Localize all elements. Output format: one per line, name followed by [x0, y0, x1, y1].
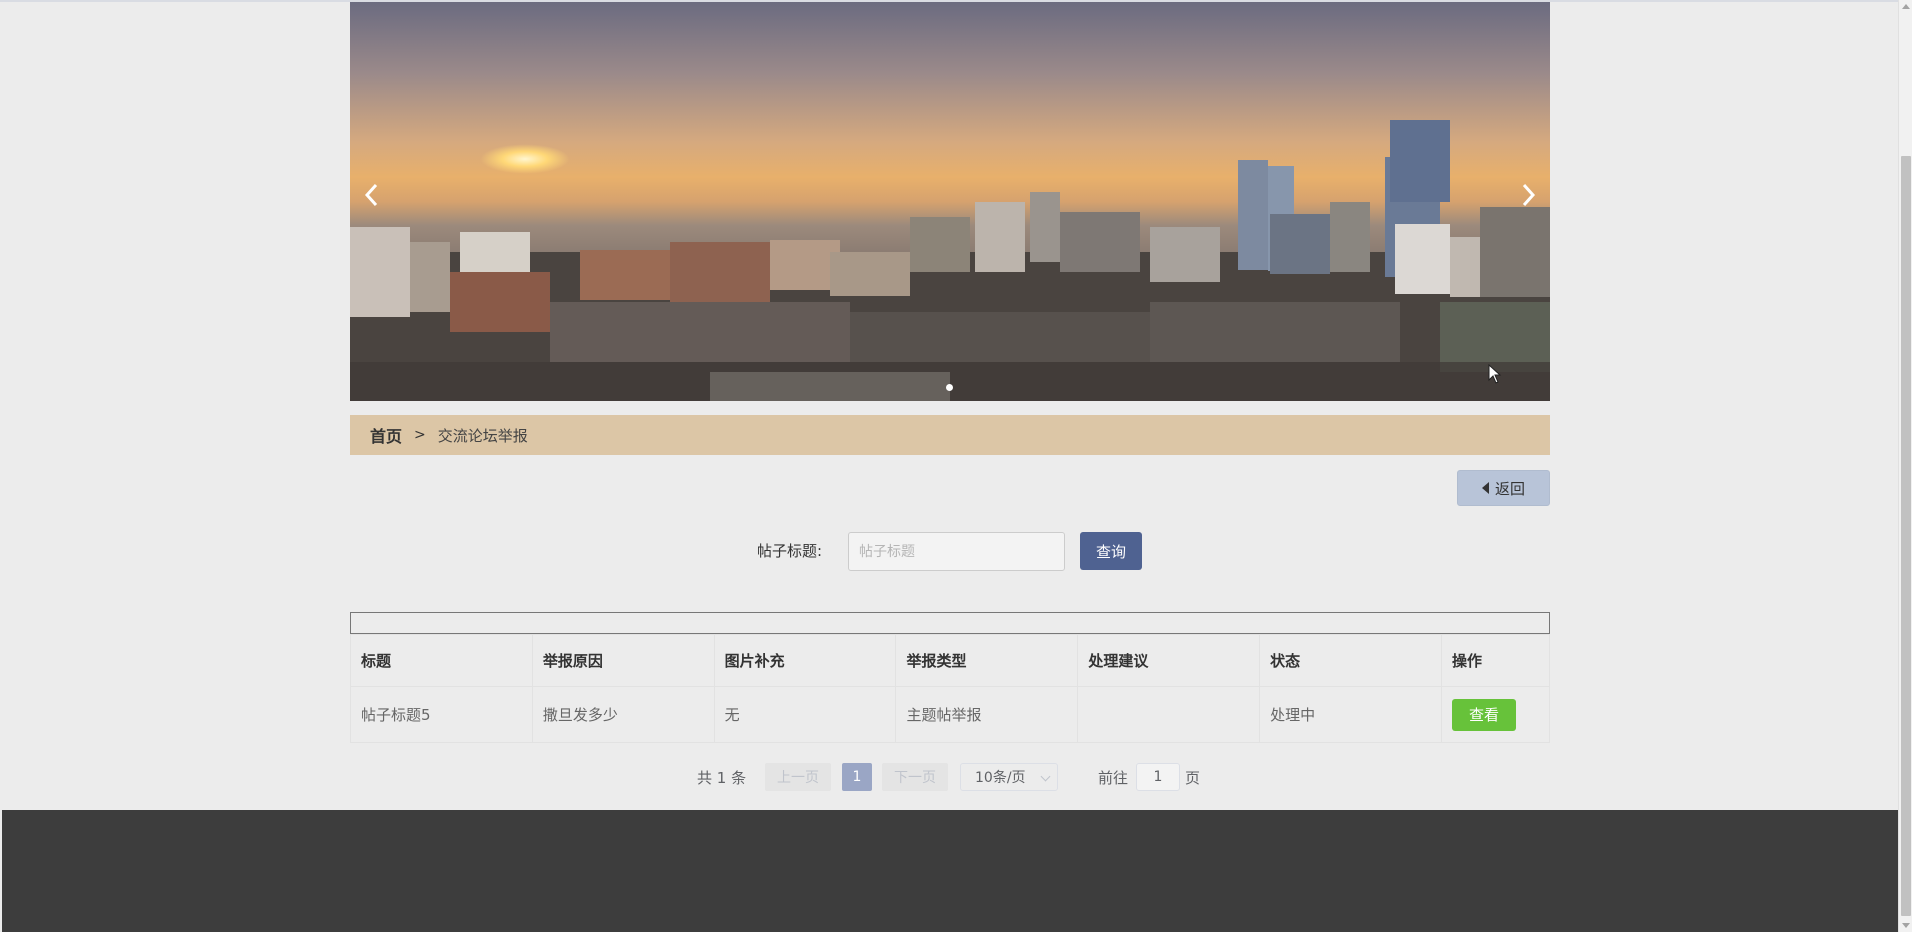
cell-image-supplement: 无 — [713, 686, 897, 743]
column-header-image: 图片补充 — [713, 634, 897, 687]
page-size-value: 10条/页 — [975, 770, 1026, 786]
column-header-action: 操作 — [1440, 634, 1551, 687]
breadcrumb: 首页 > 交流论坛举报 — [350, 415, 1550, 455]
scroll-up-arrow-icon[interactable] — [1902, 4, 1910, 9]
banner-cityscape-image — [350, 120, 1550, 401]
pagination-goto-input[interactable]: 1 — [1136, 763, 1180, 791]
pagination-goto-label: 前往 — [1098, 768, 1129, 787]
pagination-page-suffix: 页 — [1185, 768, 1201, 787]
caret-left-icon — [1481, 482, 1489, 494]
view-button[interactable]: 查看 — [1451, 698, 1516, 731]
search-title-label: 帖子标题: — [757, 542, 823, 560]
report-table: 标题 举报原因 图片补充 举报类型 处理建议 状态 操作 帖子标题5 撒旦发多少… — [350, 634, 1551, 743]
cell-reason: 撒旦发多少 — [531, 686, 715, 743]
column-header-title: 标题 — [350, 634, 533, 687]
page-size-select[interactable]: 10条/页 — [960, 763, 1058, 791]
pagination: 共 1 条 上一页 1 下一页 10条/页 前往 1 页 — [0, 763, 1912, 791]
column-header-type: 举报类型 — [895, 634, 1079, 687]
scroll-down-arrow-icon[interactable] — [1902, 923, 1910, 928]
scrollbar-thumb[interactable] — [1901, 156, 1911, 916]
cell-report-type: 主题帖举报 — [895, 686, 1079, 743]
vertical-scrollbar[interactable] — [1898, 0, 1912, 932]
chevron-right-icon[interactable] — [1516, 180, 1540, 210]
table-toolbar-box — [350, 612, 1550, 634]
table-header-row: 标题 举报原因 图片补充 举报类型 处理建议 状态 操作 — [350, 634, 1551, 687]
page-footer — [2, 810, 1898, 932]
search-title-input[interactable] — [848, 532, 1065, 571]
pagination-prev-button[interactable]: 上一页 — [765, 763, 831, 791]
banner-carousel[interactable] — [350, 2, 1550, 401]
pagination-total: 共 1 条 — [697, 768, 747, 787]
breadcrumb-home[interactable]: 首页 — [370, 423, 402, 447]
chevron-left-icon[interactable] — [360, 180, 384, 210]
table-row: 帖子标题5 撒旦发多少 无 主题帖举报 处理中 查看 — [350, 686, 1551, 743]
mouse-cursor-icon — [1488, 364, 1502, 384]
pagination-next-button[interactable]: 下一页 — [882, 763, 948, 791]
column-header-suggestion: 处理建议 — [1077, 634, 1261, 687]
breadcrumb-separator: > — [414, 427, 426, 443]
cell-title: 帖子标题5 — [350, 686, 533, 743]
back-button-label: 返回 — [1494, 479, 1525, 498]
pagination-page-1[interactable]: 1 — [842, 763, 872, 791]
cell-suggestion — [1077, 686, 1261, 743]
chevron-down-icon — [1040, 771, 1051, 782]
column-header-reason: 举报原因 — [531, 634, 715, 687]
search-button[interactable]: 查询 — [1080, 532, 1142, 570]
carousel-indicator-dot[interactable] — [946, 384, 953, 391]
cell-status: 处理中 — [1259, 686, 1442, 743]
back-button[interactable]: 返回 — [1457, 470, 1550, 506]
breadcrumb-current: 交流论坛举报 — [437, 426, 528, 445]
column-header-status: 状态 — [1259, 634, 1442, 687]
cell-action: 查看 — [1440, 686, 1551, 743]
